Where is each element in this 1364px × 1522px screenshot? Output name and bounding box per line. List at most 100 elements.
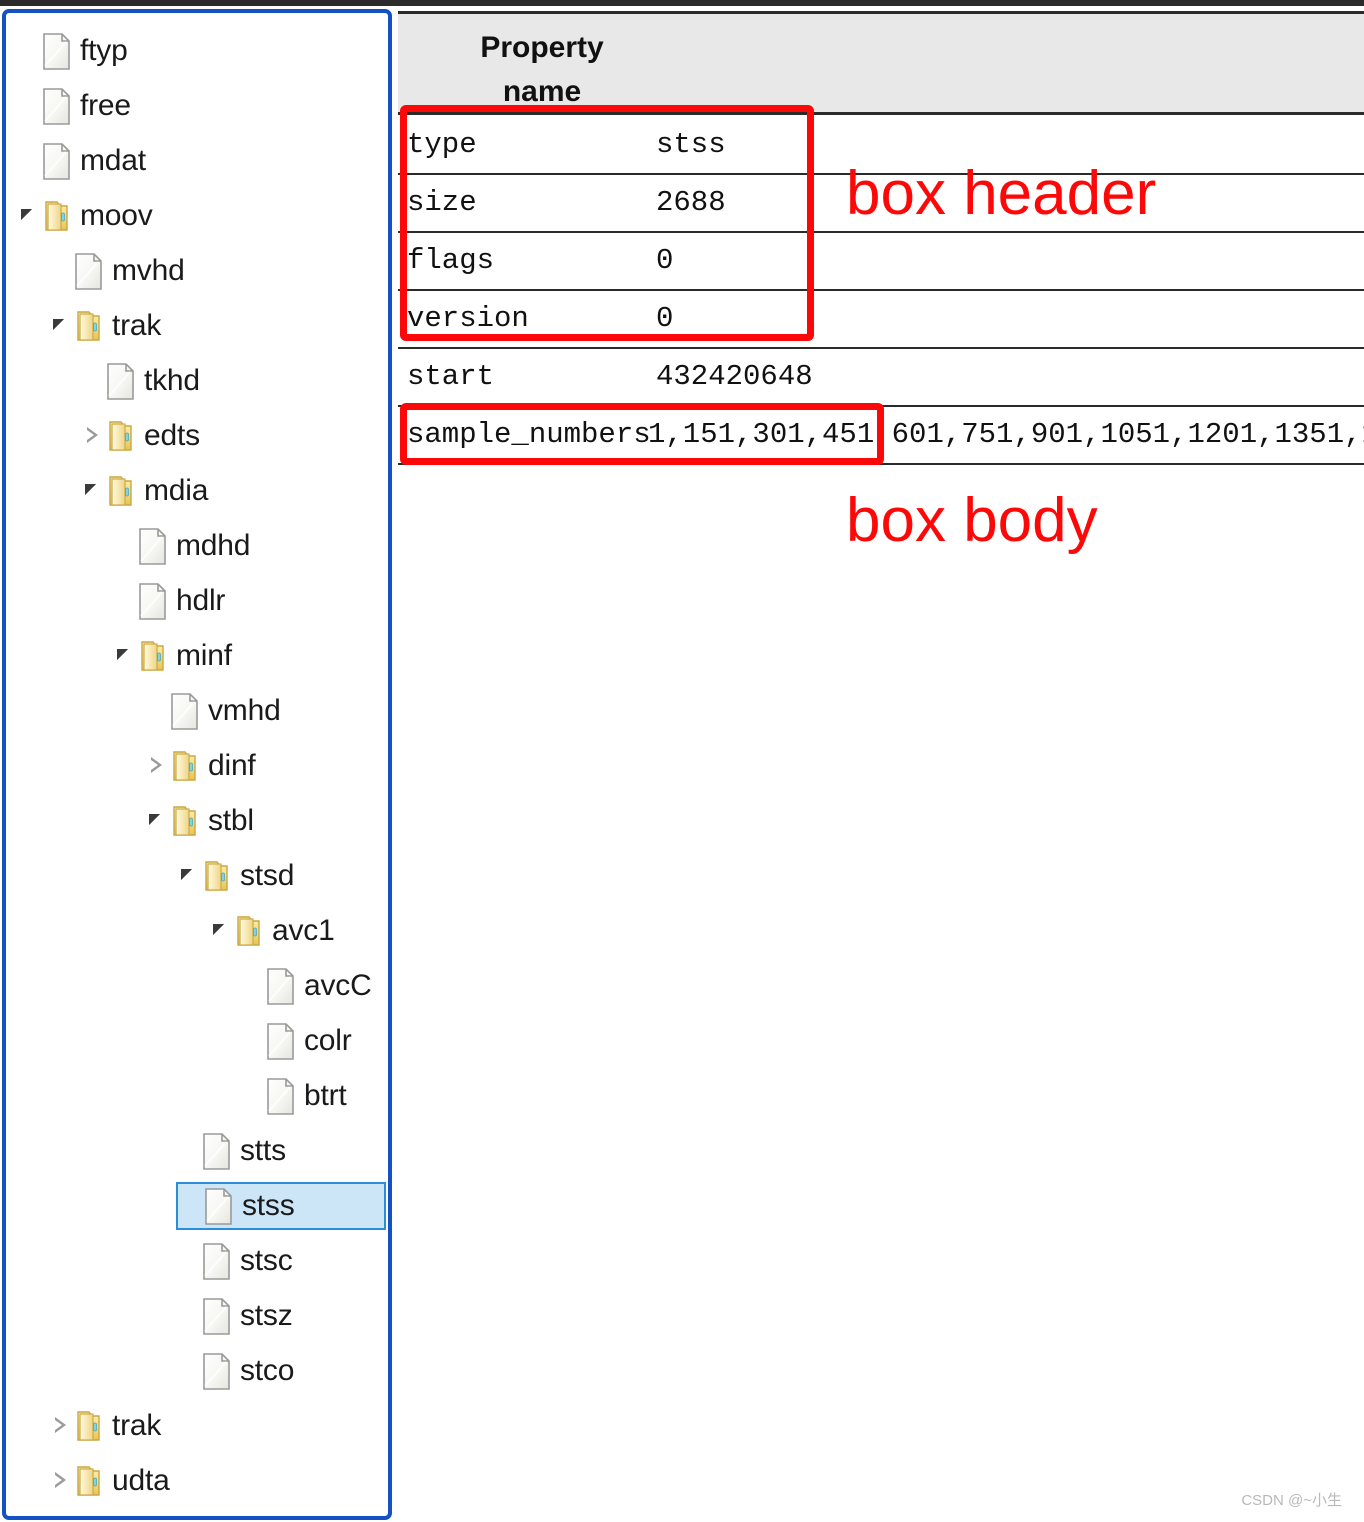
tree-item-content[interactable]: stsc xyxy=(176,1237,386,1285)
twisty-placeholder xyxy=(240,973,266,999)
box-body-annotation-label: box body xyxy=(846,486,1098,555)
property-row-flags[interactable]: flags 0 xyxy=(398,233,1364,291)
property-row-sample_numbers[interactable]: sample_numbers 1,151,301,451,601,751,901,… xyxy=(398,407,1364,465)
tree-item-moov[interactable]: moov xyxy=(6,188,388,243)
tree-item-edts[interactable]: edts xyxy=(6,408,388,463)
tree-item-content[interactable]: mvhd xyxy=(48,247,386,295)
property-value: 0 xyxy=(656,244,674,277)
twisty-placeholder xyxy=(240,1028,266,1054)
property-value: stss xyxy=(656,128,726,161)
tree-item-minf[interactable]: minf xyxy=(6,628,388,683)
folder-icon xyxy=(138,638,168,674)
tree-item-mdhd[interactable]: mdhd xyxy=(6,518,388,573)
tree-item-content[interactable]: vmhd xyxy=(144,687,386,735)
property-row-version[interactable]: version 0 xyxy=(398,291,1364,349)
file-icon xyxy=(138,527,168,565)
tree-item-content[interactable]: minf xyxy=(112,632,386,680)
tree-item-label: btrt xyxy=(304,1078,347,1112)
twisty-placeholder xyxy=(176,1248,202,1274)
chevron-down-icon[interactable] xyxy=(176,863,202,889)
chevron-down-icon[interactable] xyxy=(144,808,170,834)
property-table-panel[interactable]: Property name type stss size 2688 flags 0 vers… xyxy=(398,9,1364,1522)
tree-item-stsd[interactable]: stsd xyxy=(6,848,388,903)
tree-item-stbl[interactable]: stbl xyxy=(6,793,388,848)
box-tree-list[interactable]: ftyp free mdat moov mvhd trak tkhd edts mdia mdhd… xyxy=(6,13,388,1508)
tree-item-content[interactable]: stts xyxy=(176,1127,386,1175)
tree-item-content[interactable]: ftyp xyxy=(16,27,386,75)
tree-item-label: mdat xyxy=(80,143,146,177)
folder-icon xyxy=(106,418,136,454)
tree-item-label: vmhd xyxy=(208,693,281,727)
tree-item-label: stsc xyxy=(240,1243,293,1277)
property-key: type xyxy=(407,128,477,161)
chevron-down-icon[interactable] xyxy=(112,643,138,669)
tree-item-trak[interactable]: trak xyxy=(6,1398,388,1453)
tree-item-content[interactable]: dinf xyxy=(144,742,386,790)
tree-item-content[interactable]: hdlr xyxy=(112,577,386,625)
tree-item-colr[interactable]: colr xyxy=(6,1013,388,1068)
tree-item-stsz[interactable]: stsz xyxy=(6,1288,388,1343)
tree-item-content[interactable]: moov xyxy=(16,192,386,240)
tree-item-mdat[interactable]: mdat xyxy=(6,133,388,188)
tree-item-avcC[interactable]: avcC xyxy=(6,958,388,1013)
tree-item-content[interactable]: stsd xyxy=(176,852,386,900)
tree-item-btrt[interactable]: btrt xyxy=(6,1068,388,1123)
tree-item-content[interactable]: stsz xyxy=(176,1292,386,1340)
tree-item-content[interactable]: colr xyxy=(240,1017,386,1065)
tree-item-stsc[interactable]: stsc xyxy=(6,1233,388,1288)
chevron-right-icon[interactable] xyxy=(48,1413,74,1439)
tree-item-hdlr[interactable]: hdlr xyxy=(6,573,388,628)
property-key: start xyxy=(407,360,495,393)
tree-item-content[interactable]: trak xyxy=(48,1402,386,1450)
tree-item-label: avcC xyxy=(304,968,372,1002)
tree-item-content[interactable]: mdia xyxy=(80,467,386,515)
tree-item-content[interactable]: stco xyxy=(176,1347,386,1395)
file-icon xyxy=(202,1297,232,1335)
tree-item-content[interactable]: edts xyxy=(80,412,386,460)
box-tree-panel[interactable]: ftyp free mdat moov mvhd trak tkhd edts mdia mdhd… xyxy=(2,9,392,1520)
tree-item-trak[interactable]: trak xyxy=(6,298,388,353)
tree-item-stss[interactable]: stss xyxy=(6,1178,388,1233)
tree-item-label: trak xyxy=(112,1408,162,1442)
property-key: sample_numbers xyxy=(407,418,651,451)
tree-item-free[interactable]: free xyxy=(6,78,388,133)
tree-item-content[interactable]: avcC xyxy=(240,962,386,1010)
chevron-down-icon[interactable] xyxy=(48,313,74,339)
chevron-right-icon[interactable] xyxy=(48,1468,74,1494)
twisty-placeholder xyxy=(112,588,138,614)
tree-item-content[interactable]: stss xyxy=(176,1181,386,1230)
tree-item-content[interactable]: trak xyxy=(48,302,386,350)
tree-item-stco[interactable]: stco xyxy=(6,1343,388,1398)
tree-item-content[interactable]: free xyxy=(16,82,386,130)
tree-item-mdia[interactable]: mdia xyxy=(6,463,388,518)
tree-item-content[interactable]: avc1 xyxy=(208,907,386,955)
chevron-right-icon[interactable] xyxy=(80,423,106,449)
tree-item-content[interactable]: btrt xyxy=(240,1072,386,1120)
tree-item-mvhd[interactable]: mvhd xyxy=(6,243,388,298)
tree-item-content[interactable]: mdhd xyxy=(112,522,386,570)
folder-icon xyxy=(74,1463,104,1499)
folder-icon xyxy=(202,858,232,894)
tree-item-content[interactable]: mdat xyxy=(16,137,386,185)
tree-item-ftyp[interactable]: ftyp xyxy=(6,23,388,78)
tree-item-content[interactable]: stbl xyxy=(144,797,386,845)
chevron-down-icon[interactable] xyxy=(16,203,42,229)
property-row-start[interactable]: start 432420648 xyxy=(398,349,1364,407)
chevron-right-icon[interactable] xyxy=(144,753,170,779)
tree-item-udta[interactable]: udta xyxy=(6,1453,388,1508)
tree-item-avc1[interactable]: avc1 xyxy=(6,903,388,958)
tree-item-label: edts xyxy=(144,418,200,452)
tree-item-tkhd[interactable]: tkhd xyxy=(6,353,388,408)
tree-item-content[interactable]: tkhd xyxy=(80,357,386,405)
tree-item-label: free xyxy=(80,88,131,122)
tree-item-dinf[interactable]: dinf xyxy=(6,738,388,793)
chevron-down-icon[interactable] xyxy=(80,478,106,504)
tree-item-vmhd[interactable]: vmhd xyxy=(6,683,388,738)
tree-item-stts[interactable]: stts xyxy=(6,1123,388,1178)
tree-item-label: stss xyxy=(242,1188,295,1222)
folder-icon xyxy=(106,473,136,509)
tree-item-content[interactable]: udta xyxy=(48,1457,386,1505)
chevron-down-icon[interactable] xyxy=(208,918,234,944)
folder-icon xyxy=(170,748,200,784)
folder-icon xyxy=(42,198,72,234)
